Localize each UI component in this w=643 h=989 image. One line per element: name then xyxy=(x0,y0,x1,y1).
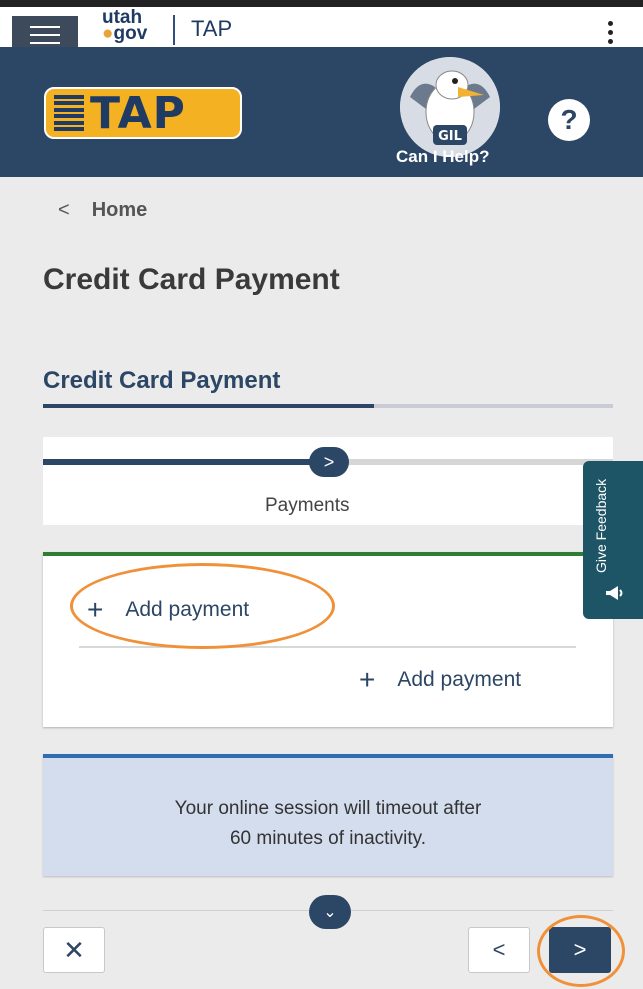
add-payment-label: Add payment xyxy=(397,668,522,691)
notice-line-1: Your online session will timeout after xyxy=(174,798,482,819)
page-title: Credit Card Payment xyxy=(43,263,340,296)
add-payment-link-secondary[interactable]: + Add payment xyxy=(359,664,522,695)
help-symbol: ? xyxy=(560,104,578,135)
section-progress-fill xyxy=(43,404,374,408)
plus-icon: + xyxy=(359,664,376,695)
expand-button[interactable]: ⌄ xyxy=(309,895,351,929)
chevron-down-icon: ⌄ xyxy=(323,904,337,921)
utah-gov-logo[interactable]: utah ●gov xyxy=(102,8,148,44)
gov-app-name: TAP xyxy=(191,16,233,41)
close-icon: ✕ xyxy=(63,934,85,965)
breadcrumb[interactable]: < Home xyxy=(58,199,147,222)
step-indicator: > Payments xyxy=(43,437,613,525)
gov-divider xyxy=(173,15,175,45)
give-feedback-label: Give Feedback xyxy=(593,478,609,573)
kebab-menu-icon[interactable] xyxy=(608,21,614,47)
notice-line-2: 60 minutes of inactivity. xyxy=(229,828,427,849)
close-button[interactable]: ✕ xyxy=(43,927,105,973)
chevron-right-icon: > xyxy=(323,451,335,472)
logo-gov-text: gov xyxy=(113,23,148,44)
logo-bars-icon xyxy=(54,95,84,131)
app-header: TAP GIL Can I Help? ? xyxy=(0,47,643,177)
section-title: Credit Card Payment xyxy=(43,367,281,394)
step-track-done xyxy=(43,459,328,465)
previous-button[interactable]: < xyxy=(468,927,530,973)
annotation-highlight-oval xyxy=(70,563,335,649)
logo-dot: ● xyxy=(102,23,114,44)
help-icon[interactable]: ? xyxy=(548,99,590,141)
current-step-node[interactable]: > xyxy=(309,447,349,477)
section-progress-bar xyxy=(43,404,613,408)
annotation-highlight-circle xyxy=(537,915,625,987)
gil-badge-text: GIL xyxy=(438,129,462,144)
tap-logo[interactable]: TAP xyxy=(44,87,242,139)
chevron-left-icon: < xyxy=(58,199,70,221)
assistant-label[interactable]: Can I Help? xyxy=(396,147,490,167)
gil-assistant-avatar[interactable]: GIL xyxy=(400,57,500,157)
session-timeout-notice: Your online session will timeout after 6… xyxy=(43,754,613,876)
payments-divider xyxy=(79,646,576,648)
utah-gov-bar: utah ●gov TAP xyxy=(0,0,643,54)
tap-logo-text: TAP xyxy=(90,87,186,139)
give-feedback-tab[interactable]: Give Feedback xyxy=(583,461,643,619)
breadcrumb-home[interactable]: Home xyxy=(92,199,148,221)
megaphone-icon xyxy=(606,586,623,600)
step-label-payments: Payments xyxy=(265,495,350,516)
chevron-left-icon: < xyxy=(492,937,506,962)
